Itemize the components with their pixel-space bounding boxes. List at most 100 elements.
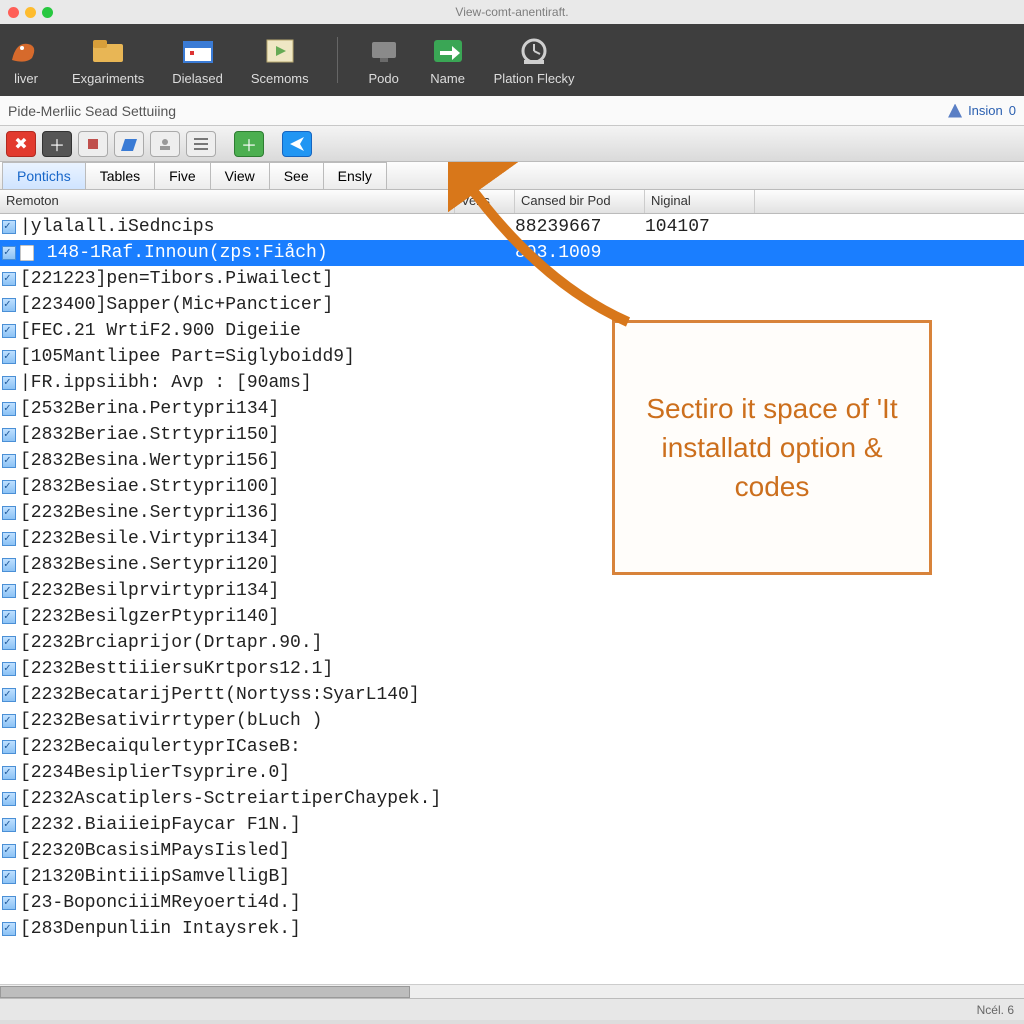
scrollbar-thumb[interactable]: [0, 986, 410, 998]
annotation-callout: Sectiro it space of 'It installatd optio…: [612, 320, 932, 575]
arrow-icon: [430, 35, 466, 67]
table-row[interactable]: [2232Ascatiplers-SctreiartiperChaypek.]: [0, 786, 1024, 812]
toolbar-plation-flecky[interactable]: Plation Flecky: [494, 35, 575, 86]
table-row[interactable]: [2232Brciaprijor(Drtapr.90.]: [0, 630, 1024, 656]
row-text: [FEC.21 WrtiF2.900 Digeiie: [20, 321, 301, 341]
new-button[interactable]: ＋: [234, 131, 264, 157]
status-bar: Ncél. 6: [0, 998, 1024, 1020]
table-row[interactable]: [2234BesiplierTsyprire.0]: [0, 760, 1024, 786]
file-icon: [20, 245, 36, 261]
row-checkbox[interactable]: [2, 896, 16, 910]
zoom-icon[interactable]: [42, 7, 53, 18]
window-titlebar: View-comt-anentiraft.: [0, 0, 1024, 24]
flag-button[interactable]: [78, 131, 108, 157]
row-text: [2532Berina.Pertypri134]: [20, 399, 279, 419]
profile-button[interactable]: [150, 131, 180, 157]
row-checkbox[interactable]: [2, 376, 16, 390]
send-button[interactable]: [282, 131, 312, 157]
edit-button[interactable]: [114, 131, 144, 157]
delete-button[interactable]: ✖: [6, 131, 36, 157]
row-text: [2832Besina.Wertypri156]: [20, 451, 279, 471]
row-checkbox[interactable]: [2, 792, 16, 806]
table-row[interactable]: [2232Besilprvirtypri134]: [0, 578, 1024, 604]
toolbar-scemoms[interactable]: Scemoms: [251, 35, 309, 86]
table-row[interactable]: [283Denpunliin Intaysrek.]: [0, 916, 1024, 942]
row-text: [21320BintiiipSamvelligB]: [20, 867, 290, 887]
table-row[interactable]: [2232BecatarijPertt(Nortyss:SyarL140]: [0, 682, 1024, 708]
minimize-icon[interactable]: [25, 7, 36, 18]
row-checkbox[interactable]: [2, 766, 16, 780]
row-checkbox[interactable]: [2, 818, 16, 832]
table-row[interactable]: [2232BecaiqulertyprICaseB:: [0, 734, 1024, 760]
row-checkbox[interactable]: [2, 532, 16, 546]
tab-see[interactable]: See: [269, 162, 324, 189]
row-checkbox[interactable]: [2, 428, 16, 442]
table-row[interactable]: [2232.BiaiieipFaycar F1N.]: [0, 812, 1024, 838]
row-checkbox[interactable]: [2, 688, 16, 702]
row-checkbox[interactable]: [2, 714, 16, 728]
tab-five[interactable]: Five: [154, 162, 210, 189]
table-row[interactable]: [2232BesttiiiersuKrtpors12.1]: [0, 656, 1024, 682]
table-row[interactable]: [223400]Sapper(Mic+Pancticer]: [0, 292, 1024, 318]
table-row[interactable]: [22320BcasisiMPaysIisled]: [0, 838, 1024, 864]
row-checkbox[interactable]: [2, 480, 16, 494]
table-row[interactable]: [2232Besativirrtyper(bLuch ): [0, 708, 1024, 734]
add-button[interactable]: ＋: [42, 131, 72, 157]
list-button[interactable]: [186, 131, 216, 157]
row-checkbox[interactable]: [2, 740, 16, 754]
toolbar-dielased[interactable]: Dielased: [172, 35, 223, 86]
row-checkbox[interactable]: [2, 220, 16, 234]
table-row[interactable]: |ylalall.iSedncips88239667104107: [0, 214, 1024, 240]
col-niginal[interactable]: Niginal: [645, 190, 755, 213]
row-text: [223400]Sapper(Mic+Pancticer]: [20, 295, 333, 315]
row-checkbox[interactable]: [2, 402, 16, 416]
toolbar-label: Scemoms: [251, 71, 309, 86]
row-text: [2232Ascatiplers-SctreiartiperChaypek.]: [20, 789, 441, 809]
breadcrumb-bar: Pide-Merliic Sead Settuiing Insion 0: [0, 96, 1024, 126]
row-checkbox[interactable]: [2, 298, 16, 312]
tab-view[interactable]: View: [210, 162, 270, 189]
main-toolbar: liver Exgariments Dielased Scemoms Podo Name P…: [0, 24, 1024, 96]
folder-icon: [90, 35, 126, 67]
row-checkbox[interactable]: [2, 922, 16, 936]
row-checkbox[interactable]: [2, 506, 16, 520]
row-checkbox[interactable]: [2, 870, 16, 884]
table-row[interactable]: 148-1Raf.Innoun(zps:Fiåch)803.1009: [0, 240, 1024, 266]
row-text: [2232BecaiqulertyprICaseB:: [20, 737, 301, 757]
toolbar-liver[interactable]: liver: [8, 35, 44, 86]
row-checkbox[interactable]: [2, 844, 16, 858]
close-icon[interactable]: [8, 7, 19, 18]
row-checkbox[interactable]: [2, 454, 16, 468]
row-checkbox[interactable]: [2, 610, 16, 624]
tab-tables[interactable]: Tables: [85, 162, 155, 189]
tab-ensly[interactable]: Ensly: [323, 162, 387, 189]
row-checkbox[interactable]: [2, 558, 16, 572]
row-text: [2832Besiae.Strtypri100]: [20, 477, 279, 497]
toolbar-podo[interactable]: Podo: [366, 35, 402, 86]
col-remoton[interactable]: Remoton: [0, 190, 455, 213]
row-checkbox[interactable]: [2, 324, 16, 338]
col-cansed[interactable]: Cansed bir Pod: [515, 190, 645, 213]
insion-indicator[interactable]: Insion 0: [948, 103, 1016, 118]
window-controls: [8, 7, 53, 18]
row-checkbox[interactable]: [2, 584, 16, 598]
monitor-icon: [366, 35, 402, 67]
row-checkbox[interactable]: [2, 662, 16, 676]
table-row[interactable]: [2232BesilgzerPtypri140]: [0, 604, 1024, 630]
row-checkbox[interactable]: [2, 272, 16, 286]
view-tabs: PontichsTablesFiveViewSeeEnsly: [0, 162, 1024, 190]
row-text: [2232BecatarijPertt(Nortyss:SyarL140]: [20, 685, 420, 705]
horizontal-scrollbar[interactable]: [0, 984, 1024, 998]
toolbar-exgariments[interactable]: Exgariments: [72, 35, 144, 86]
tab-pontichs[interactable]: Pontichs: [2, 162, 86, 189]
table-row[interactable]: [221223]pen=Tibors.Piwailect]: [0, 266, 1024, 292]
table-row[interactable]: [23-BoponciiiMReyoerti4d.]: [0, 890, 1024, 916]
row-checkbox[interactable]: [2, 246, 16, 260]
col-vens[interactable]: Vens: [455, 190, 515, 213]
row-checkbox[interactable]: [2, 350, 16, 364]
row-checkbox[interactable]: [2, 636, 16, 650]
action-iconbar: ✖ ＋ ＋: [0, 126, 1024, 162]
table-row[interactable]: [21320BintiiipSamvelligB]: [0, 864, 1024, 890]
insion-label: Insion: [968, 103, 1003, 118]
toolbar-name[interactable]: Name: [430, 35, 466, 86]
